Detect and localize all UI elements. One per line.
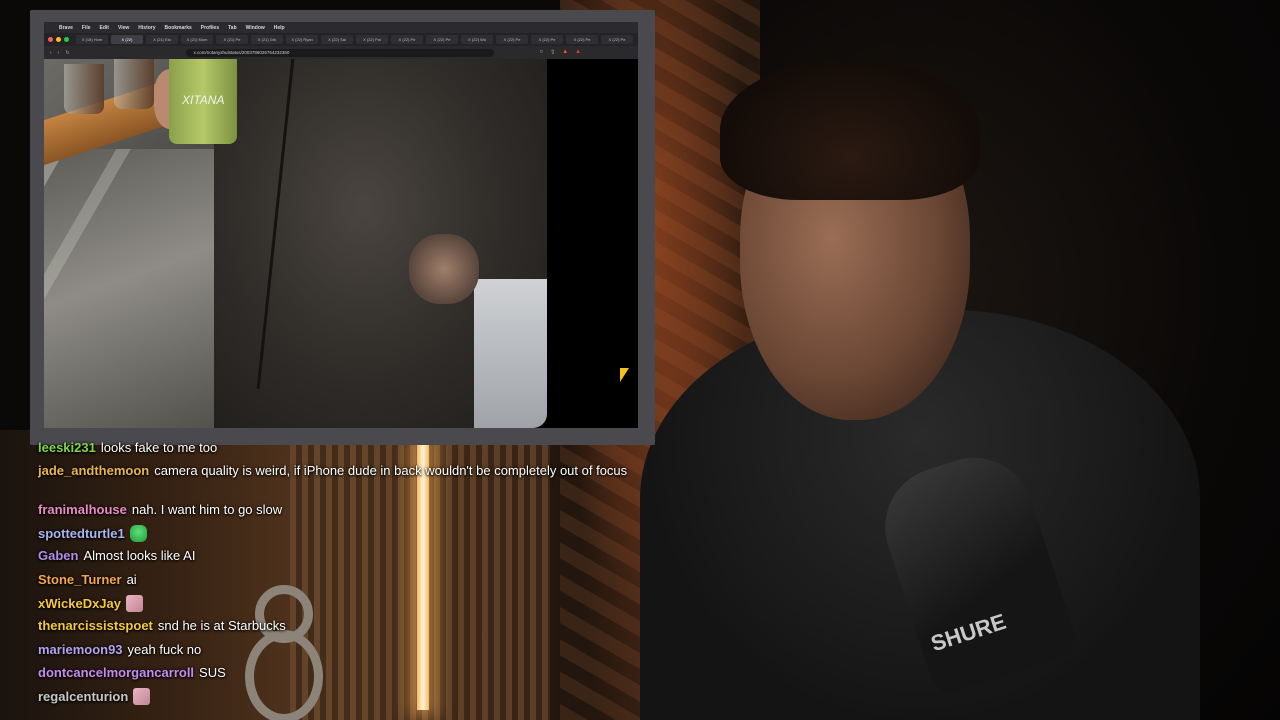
chat-text: nah. I want him to go slow: [131, 502, 283, 517]
chat-message: thenarcissistspoet snd he is at Starbucks: [38, 618, 286, 633]
url-input[interactable]: x.com/notanyshulstatus/20037860267642323…: [185, 48, 494, 57]
menu-help[interactable]: Help: [274, 25, 285, 31]
browser-tab[interactable]: X (22) Wo: [461, 35, 493, 44]
menu-profiles[interactable]: Profiles: [201, 25, 219, 31]
browser-tab[interactable]: X (22) Pe: [566, 35, 598, 44]
chat-text: Almost looks like AI: [83, 548, 196, 563]
chat-username[interactable]: spottedturtle1: [38, 526, 125, 541]
menu-file[interactable]: File: [82, 25, 91, 31]
neon-light-tube: [417, 440, 429, 710]
tab-strip: X (18) Hom X (22) X (21) Elo X (21) Mom …: [44, 33, 638, 46]
chat-message: regalcenturion: [38, 688, 151, 705]
cup-logo: XITANA: [182, 93, 225, 107]
browser-tab[interactable]: X (21) Elo: [146, 35, 178, 44]
chat-username[interactable]: franimalhouse: [38, 502, 127, 517]
chat-message: Gaben Almost looks like AI: [38, 548, 195, 563]
browser-tab[interactable]: X (18) Hom: [76, 35, 108, 44]
chat-text: SUS: [199, 665, 226, 680]
emote-icon: [126, 595, 143, 612]
chat-message: franimalhouse nah. I want him to go slow: [38, 502, 282, 517]
window-controls: [48, 37, 69, 42]
tweet-video[interactable]: XITANA: [44, 59, 547, 428]
chat-message: Stone_Turner ai: [38, 572, 137, 587]
reload-icon[interactable]: ↻: [65, 50, 69, 56]
menu-bookmarks[interactable]: Bookmarks: [165, 25, 192, 31]
chat-text: looks fake to me too: [100, 440, 218, 455]
menu-edit[interactable]: Edit: [100, 25, 109, 31]
browser-tab[interactable]: X (22) Pe: [391, 35, 423, 44]
browser-window: Brave File Edit View History Bookmarks P…: [44, 22, 638, 428]
rewards-icon[interactable]: ▲: [575, 49, 581, 56]
chat-username[interactable]: mariemoon93: [38, 642, 123, 657]
background-floor: [474, 279, 547, 428]
close-window-button[interactable]: [48, 37, 53, 42]
chat-message: xWickeDxJay: [38, 595, 143, 612]
cup-left: [64, 64, 104, 114]
browser-tab[interactable]: X (22) Ryan: [286, 35, 318, 44]
menu-history[interactable]: History: [138, 25, 155, 31]
chat-username[interactable]: regalcenturion: [38, 689, 128, 704]
chat-username[interactable]: leeski231: [38, 440, 96, 455]
menu-view[interactable]: View: [118, 25, 129, 31]
chat-message: spottedturtle1: [38, 525, 147, 542]
browser-tab[interactable]: X (22) Pe: [426, 35, 458, 44]
zoom-icon[interactable]: ○: [540, 49, 544, 56]
chat-text: camera quality is weird, if iPhone dude …: [154, 463, 628, 478]
forward-icon[interactable]: ›: [58, 50, 60, 56]
brave-shield-icon[interactable]: ▲: [562, 49, 568, 56]
chat-text: yeah fuck no: [127, 642, 202, 657]
emote-icon: [129, 525, 147, 542]
chat-username[interactable]: thenarcissistspoet: [38, 618, 153, 633]
chat-text: snd he is at Starbucks: [157, 618, 286, 633]
ring-sculpture-bottom: [245, 630, 323, 720]
browser-tab[interactable]: X (21) Pe: [216, 35, 248, 44]
menu-brave[interactable]: Brave: [59, 25, 73, 31]
emote-icon: [133, 688, 151, 705]
streamer: SHURE: [600, 60, 1200, 720]
chat-username[interactable]: Gaben: [38, 548, 78, 563]
cup-right: [114, 59, 154, 109]
page-content: XITANA: [44, 59, 638, 428]
maximize-window-button[interactable]: [64, 37, 69, 42]
chat-text: ai: [126, 572, 137, 587]
chat-username[interactable]: dontcancelmorgancarroll: [38, 665, 194, 680]
menu-tab[interactable]: Tab: [228, 25, 237, 31]
toolbar-icons: ○ ⇧ ▲ ▲: [540, 49, 582, 56]
browser-tab[interactable]: X (22) Pe: [531, 35, 563, 44]
minimize-window-button[interactable]: [56, 37, 61, 42]
address-bar-row: ‹ › ↻ x.com/notanyshulstatus/20037860267…: [44, 46, 638, 59]
mouse-cursor-icon: [620, 368, 629, 382]
browser-tab[interactable]: X (21) Mom: [181, 35, 213, 44]
streamer-hair: [720, 60, 980, 200]
browser-tab[interactable]: X (22) Sai: [321, 35, 353, 44]
mac-menubar: Brave File Edit View History Bookmarks P…: [44, 22, 638, 33]
browser-tab[interactable]: X (22) Pol: [356, 35, 388, 44]
chat-message: dontcancelmorgancarroll SUS: [38, 665, 226, 680]
chat-username[interactable]: xWickeDxJay: [38, 596, 121, 611]
chat-message: leeski231 looks fake to me too: [38, 440, 217, 455]
chat-message: jade_andthemoon camera quality is weird, …: [38, 462, 638, 480]
menu-window[interactable]: Window: [246, 25, 265, 31]
browser-tab[interactable]: X (22) Pe: [496, 35, 528, 44]
browser-tab[interactable]: X (22) Pe: [601, 35, 633, 44]
chat-username[interactable]: Stone_Turner: [38, 572, 122, 587]
hand-in-pocket: [409, 234, 479, 304]
chat-username[interactable]: jade_andthemoon: [38, 463, 149, 478]
back-icon[interactable]: ‹: [50, 50, 52, 56]
browser-tab-active[interactable]: X (22): [111, 35, 143, 44]
browser-tab[interactable]: X (21) Grk: [251, 35, 283, 44]
share-icon[interactable]: ⇧: [550, 49, 555, 56]
chat-message: mariemoon93 yeah fuck no: [38, 642, 201, 657]
